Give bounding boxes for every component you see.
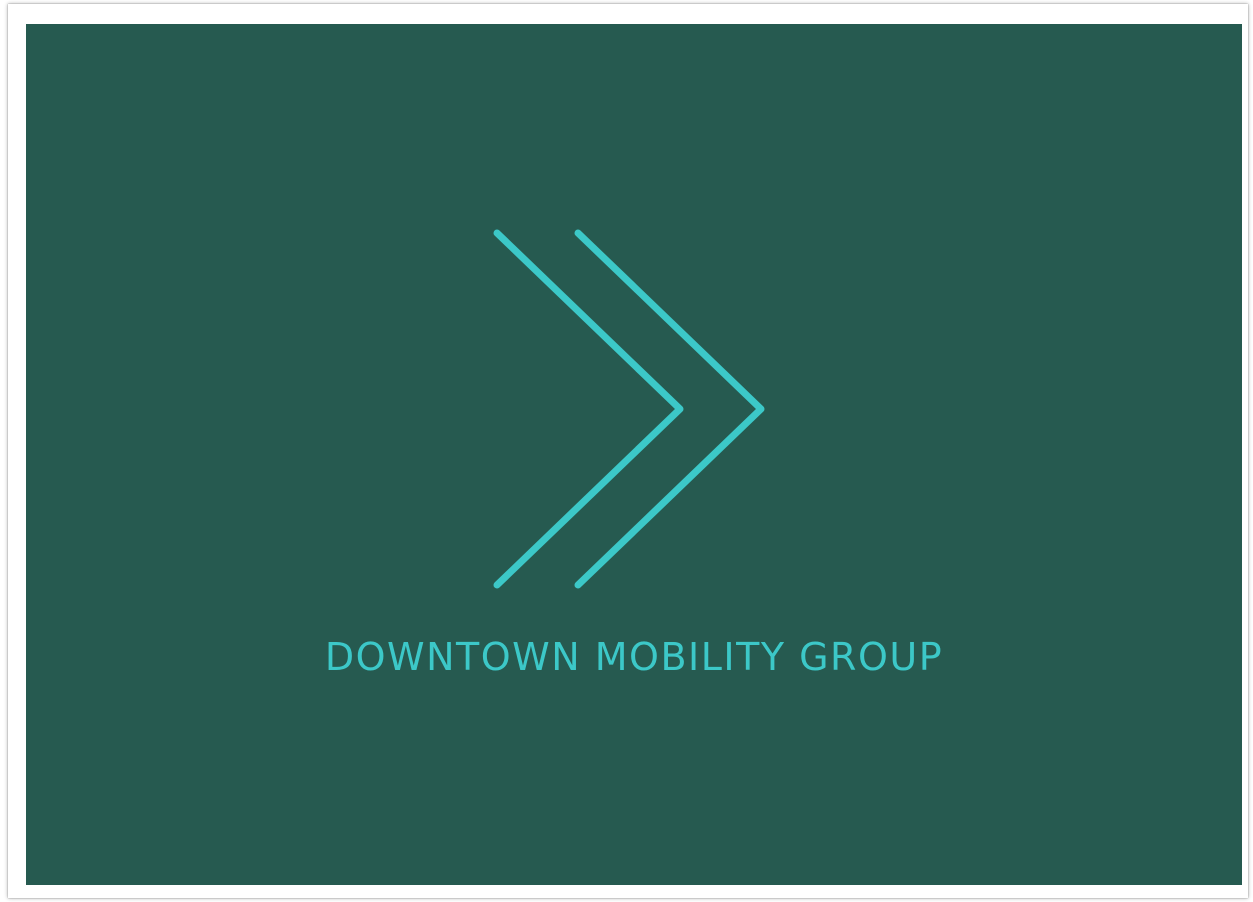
chevron-group: [493, 229, 765, 589]
logo-panel: DOWNTOWN MOBILITY GROUP: [26, 24, 1242, 885]
double-chevron-right-icon: [493, 229, 765, 589]
chevron-right: [574, 229, 765, 589]
chevron-left: [493, 229, 684, 589]
brand-name: DOWNTOWN MOBILITY GROUP: [324, 635, 944, 679]
